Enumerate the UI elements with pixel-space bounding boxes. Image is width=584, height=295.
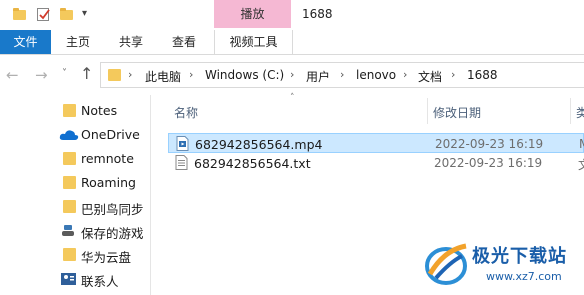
onedrive-cloud-icon <box>59 130 79 140</box>
file-type: M <box>579 137 584 151</box>
breadcrumb-separator: › <box>128 68 133 81</box>
watermark-url: www.xz7.com <box>486 270 562 283</box>
breadcrumb-separator: › <box>189 68 194 81</box>
folder-icon <box>63 104 76 117</box>
breadcrumb-drive-c[interactable]: Windows (C:) <box>205 68 284 82</box>
folder-icon <box>108 69 121 81</box>
back-arrow-icon[interactable]: ← <box>6 66 19 84</box>
breadcrumb-users[interactable]: 用户 <box>306 68 330 85</box>
checkbox-icon[interactable] <box>37 8 50 21</box>
nav-item-huawei-cloud[interactable]: 华为云盘 <box>58 244 150 266</box>
tab-file[interactable]: 文件 <box>0 30 51 54</box>
nav-item-babelbird[interactable]: 巴别鸟同步 <box>58 196 150 218</box>
tab-home[interactable]: 主页 <box>57 30 99 54</box>
context-tab-play[interactable]: 播放 <box>214 0 291 28</box>
video-file-icon <box>176 136 189 151</box>
breadcrumb-current[interactable]: 1688 <box>467 68 498 82</box>
nav-item-notes[interactable]: Notes <box>58 100 150 122</box>
saved-games-icon <box>62 225 74 236</box>
file-row-mp4[interactable]: 682942856564.mp4 2022-09-23 16:19 M <box>168 133 584 153</box>
folder-icon <box>63 152 76 165</box>
tab-video-tools[interactable]: 视频工具 <box>214 30 293 54</box>
watermark-brand-text: 极光下载站 <box>472 246 567 267</box>
nav-item-contacts[interactable]: 联系人 <box>58 268 150 290</box>
dropdown-arrow-icon[interactable]: ▾ <box>82 8 87 19</box>
nav-item-remnote[interactable]: remnote <box>58 148 150 170</box>
file-row-txt[interactable]: 682942856564.txt 2022-09-23 16:19 文 <box>168 153 584 173</box>
breadcrumb-lenovo[interactable]: lenovo <box>356 68 396 82</box>
column-header-modified[interactable]: 修改日期 <box>433 104 481 121</box>
folder-icon[interactable] <box>60 8 73 20</box>
brand-logo-icon <box>425 243 467 285</box>
recent-chevron-icon[interactable]: ˅ <box>62 68 67 79</box>
breadcrumb-separator: › <box>451 68 456 81</box>
window-title: 1688 <box>302 7 333 21</box>
pane-divider[interactable] <box>150 95 151 295</box>
forward-arrow-icon[interactable]: → <box>35 66 48 84</box>
tab-view[interactable]: 查看 <box>163 30 205 54</box>
folder-icon <box>63 200 76 213</box>
file-name: 682942856564.txt <box>194 156 311 171</box>
nav-item-roaming[interactable]: Roaming <box>58 172 150 194</box>
folder-icon[interactable] <box>13 8 26 20</box>
sort-up-icon: ˄ <box>290 93 295 103</box>
file-date: 2022-09-23 16:19 <box>434 156 543 170</box>
column-divider[interactable] <box>570 98 571 124</box>
contacts-icon <box>61 273 76 285</box>
file-name: 682942856564.mp4 <box>195 137 323 152</box>
breadcrumb-separator: › <box>290 68 295 81</box>
column-header-type[interactable]: 类 <box>576 104 584 121</box>
column-header-name[interactable]: 名称 <box>174 104 198 121</box>
breadcrumb-documents[interactable]: 文档 <box>418 68 442 85</box>
breadcrumb-separator: › <box>403 68 408 81</box>
text-file-icon <box>175 155 188 170</box>
nav-item-saved-games[interactable]: 保存的游戏 <box>58 220 150 242</box>
watermark-logo: 极光下载站 www.xz7.com <box>420 232 584 295</box>
column-divider[interactable] <box>427 98 428 124</box>
breadcrumb-this-pc[interactable]: 此电脑 <box>145 68 181 85</box>
file-type: 文 <box>578 156 584 173</box>
file-date: 2022-09-23 16:19 <box>435 137 544 151</box>
title-bar <box>0 0 584 30</box>
nav-item-onedrive[interactable]: OneDrive <box>58 124 150 146</box>
folder-icon <box>63 176 76 189</box>
folder-icon <box>63 248 76 261</box>
breadcrumb-separator: › <box>340 68 345 81</box>
up-arrow-icon[interactable]: ↑ <box>80 64 93 83</box>
tab-share[interactable]: 共享 <box>110 30 152 54</box>
